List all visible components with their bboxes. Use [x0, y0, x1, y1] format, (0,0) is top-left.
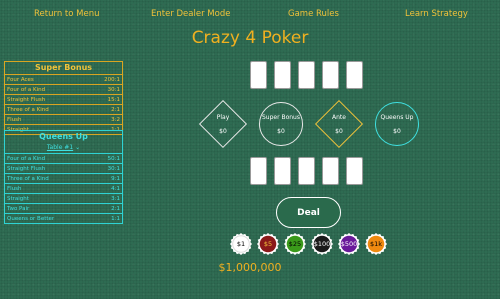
hand-name: Three of a Kind	[7, 106, 49, 113]
queens-up-bet-label: Queens Up	[380, 114, 414, 121]
paytable-row: Three of a Kind 9:1	[5, 173, 122, 183]
chip-label: $5	[263, 240, 273, 248]
paytable-row: Four of a Kind 30:1	[5, 84, 122, 94]
chip-label: $1k	[369, 240, 383, 248]
payout: 3:2	[111, 116, 120, 123]
payout: 30:1	[107, 165, 120, 172]
deal-button[interactable]: Deal	[276, 197, 341, 228]
bankroll-amount: $1,000,000	[218, 261, 282, 274]
play-diamond-outline	[198, 99, 248, 149]
hand-name: Straight Flush	[7, 165, 46, 172]
hand-name: Four Aces	[7, 76, 34, 83]
dealer-card	[274, 61, 291, 89]
payout: 30:1	[107, 86, 120, 93]
chip-500[interactable]: $500	[338, 233, 360, 255]
hand-name: Straight	[7, 195, 29, 202]
super-bonus-paytable: Super Bonus Four Aces 200:1 Four of a Kin…	[4, 61, 123, 135]
super-bonus-bet-amount: $0	[277, 128, 285, 135]
hand-name: Flush	[7, 185, 22, 192]
payout: 1:1	[111, 215, 120, 222]
payout: 2:1	[111, 106, 120, 113]
hand-name: Two Pair	[7, 205, 30, 212]
player-card	[346, 157, 363, 185]
chip-1[interactable]: $1	[230, 233, 252, 255]
queens-up-bet-amount: $0	[393, 128, 401, 135]
payout: 50:1	[107, 155, 120, 162]
player-card	[250, 157, 267, 185]
queens-up-paytable: Queens Up Table #1 ⌄ Four of a Kind 50:1 …	[4, 130, 123, 224]
hand-name: Four of a Kind	[7, 155, 46, 162]
chip-label: $500	[340, 240, 358, 248]
super-bonus-title: Super Bonus	[34, 63, 93, 72]
dealer-card	[298, 61, 315, 89]
chip-1k[interactable]: $1k	[365, 233, 387, 255]
dealer-card	[322, 61, 339, 89]
payout: 200:1	[104, 76, 120, 83]
super-bonus-bet-label: Super Bonus	[261, 114, 300, 121]
ante-bet-label: Ante	[332, 114, 346, 121]
play-bet-amount: $0	[219, 128, 227, 135]
hand-name: Queens or Better	[7, 215, 55, 222]
paytable-row: Two Pair 2:1	[5, 203, 122, 213]
game-rules-link[interactable]: Game Rules	[288, 9, 339, 19]
play-bet-label: Play	[216, 114, 230, 121]
queens-up-title: Queens Up	[39, 132, 88, 141]
learn-strategy-link[interactable]: Learn Strategy	[405, 9, 468, 19]
paytable-row: Straight Flush 30:1	[5, 163, 122, 173]
paytable-row: Three of a Kind 2:1	[5, 104, 122, 114]
player-card	[322, 157, 339, 185]
payout: 15:1	[107, 96, 120, 103]
chip-100[interactable]: $100	[311, 233, 333, 255]
super-bonus-bet-spot[interactable]: Super Bonus $0	[259, 102, 303, 146]
ante-diamond-outline	[314, 99, 364, 149]
enter-dealer-mode-link[interactable]: Enter Dealer Mode	[151, 9, 230, 19]
hand-name: Four of a Kind	[7, 86, 46, 93]
paytable-row: Straight Flush 15:1	[5, 94, 122, 104]
paytable-row: Flush 3:2	[5, 114, 122, 124]
dealer-card	[346, 61, 363, 89]
chip-5[interactable]: $5	[257, 233, 279, 255]
chip-label: $25	[288, 240, 302, 248]
payout: 2:1	[111, 205, 120, 212]
player-card	[274, 157, 291, 185]
payout: 9:1	[111, 175, 120, 182]
play-bet-spot[interactable]: Play $0	[198, 99, 248, 149]
hand-name: Three of a Kind	[7, 175, 49, 182]
paytable-select-label: Table #1	[46, 144, 74, 151]
hand-name: Flush	[7, 116, 22, 123]
payout: 3:1	[111, 195, 120, 202]
page-title: Crazy 4 Poker	[191, 28, 309, 48]
ante-bet-amount: $0	[335, 128, 343, 135]
chip-label: $100	[313, 240, 331, 248]
ante-bet-spot[interactable]: Ante $0	[314, 99, 364, 149]
paytable-row: Four Aces 200:1	[5, 74, 122, 84]
dealer-card	[250, 61, 267, 89]
paytable-row: Straight 3:1	[5, 193, 122, 203]
chip-label: $1	[236, 240, 246, 248]
return-to-menu-link[interactable]: Return to Menu	[34, 9, 99, 19]
hand-name: Straight Flush	[7, 96, 46, 103]
player-card	[298, 157, 315, 185]
paytable-row: Flush 4:1	[5, 183, 122, 193]
paytable-select[interactable]: Table #1 ⌄	[5, 143, 122, 153]
paytable-row: Four of a Kind 50:1	[5, 153, 122, 163]
chevron-down-icon: ⌄	[75, 144, 81, 151]
chip-25[interactable]: $25	[284, 233, 306, 255]
payout: 4:1	[111, 185, 120, 192]
queens-up-bet-spot[interactable]: Queens Up $0	[375, 102, 419, 146]
paytable-row: Queens or Better 1:1	[5, 213, 122, 223]
